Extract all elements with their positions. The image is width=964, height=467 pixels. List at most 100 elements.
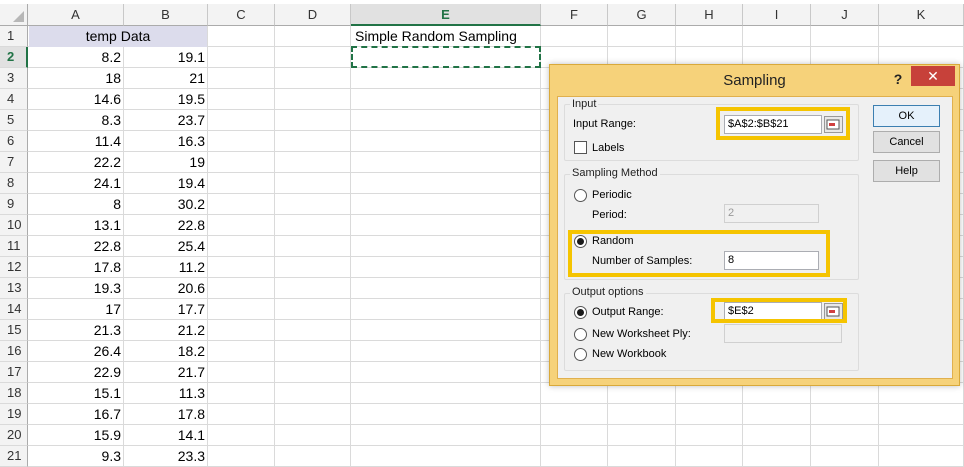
table-cell[interactable]: 22.8	[28, 236, 124, 257]
table-cell[interactable]: 11.2	[124, 257, 208, 278]
column-header-a[interactable]: A	[28, 4, 124, 26]
dialog-close-button[interactable]: ✕	[911, 66, 955, 86]
column-header-f[interactable]: F	[541, 4, 608, 26]
row-header-19[interactable]: 19	[0, 404, 28, 425]
column-header-i[interactable]: I	[743, 4, 811, 26]
table-cell[interactable]: 19	[124, 152, 208, 173]
new-worksheet-ply-label: New Worksheet Ply:	[592, 328, 691, 340]
row-header-15[interactable]: 15	[0, 320, 28, 341]
row-header-9[interactable]: 9	[0, 194, 28, 215]
period-field[interactable]: 2	[724, 204, 819, 223]
random-highlight	[568, 230, 830, 277]
dialog-body: Input Input Range: $A$2:$B$21 Labels Sam…	[557, 96, 953, 379]
table-cell[interactable]: 8.2	[28, 47, 124, 68]
row-header-16[interactable]: 16	[0, 341, 28, 362]
row-header-18[interactable]: 18	[0, 383, 28, 404]
row-header-6[interactable]: 6	[0, 131, 28, 152]
column-header-b[interactable]: B	[124, 4, 208, 26]
table-cell[interactable]: 21	[124, 68, 208, 89]
column-header-c[interactable]: C	[208, 4, 275, 26]
labels-checkbox[interactable]	[574, 141, 587, 154]
table-cell[interactable]: 25.4	[124, 236, 208, 257]
new-worksheet-ply-field[interactable]	[724, 324, 842, 343]
table-cell[interactable]: 19.3	[28, 278, 124, 299]
row-header-13[interactable]: 13	[0, 278, 28, 299]
table-cell[interactable]: 22.8	[124, 215, 208, 236]
row-header-8[interactable]: 8	[0, 173, 28, 194]
periodic-label: Periodic	[592, 189, 632, 201]
table-cell[interactable]: 22.9	[28, 362, 124, 383]
row-header-17[interactable]: 17	[0, 362, 28, 383]
table-cell[interactable]: 26.4	[28, 341, 124, 362]
period-label: Period:	[592, 209, 627, 221]
table-cell[interactable]: 8.3	[28, 110, 124, 131]
table-cell[interactable]: 21.2	[124, 320, 208, 341]
table-cell[interactable]: 17.8	[28, 257, 124, 278]
cell-a1-header[interactable]: temp Data	[29, 26, 207, 47]
output-range-label: Output Range:	[592, 306, 664, 318]
input-range-label: Input Range:	[573, 118, 636, 130]
row-header-12[interactable]: 12	[0, 257, 28, 278]
new-worksheet-ply-radio[interactable]	[574, 328, 587, 341]
table-cell[interactable]: 15.9	[28, 425, 124, 446]
table-cell[interactable]: 19.1	[124, 47, 208, 68]
select-all-corner[interactable]	[0, 4, 28, 26]
cell-e1[interactable]: Simple Random Sampling	[352, 26, 552, 47]
column-header-h[interactable]: H	[676, 4, 743, 26]
table-cell[interactable]: 11.3	[124, 383, 208, 404]
help-button[interactable]: Help	[873, 160, 940, 182]
table-cell[interactable]: 23.7	[124, 110, 208, 131]
table-cell[interactable]: 13.1	[28, 215, 124, 236]
row-header-2[interactable]: 2	[0, 47, 28, 68]
table-cell[interactable]: 30.2	[124, 194, 208, 215]
input-group-title: Input	[570, 98, 599, 110]
output-range-radio[interactable]	[574, 306, 587, 319]
row-header-21[interactable]: 21	[0, 446, 28, 467]
table-cell[interactable]: 17.8	[124, 404, 208, 425]
column-header-g[interactable]: G	[608, 4, 676, 26]
periodic-radio[interactable]	[574, 189, 587, 202]
table-cell[interactable]: 16.3	[124, 131, 208, 152]
row-header-20[interactable]: 20	[0, 425, 28, 446]
cell-e2-selected[interactable]	[351, 46, 541, 68]
table-cell[interactable]: 21.7	[124, 362, 208, 383]
table-cell[interactable]: 9.3	[28, 446, 124, 467]
table-cell[interactable]: 20.6	[124, 278, 208, 299]
dialog-help-icon[interactable]: ?	[889, 69, 907, 89]
table-cell[interactable]: 14.1	[124, 425, 208, 446]
table-cell[interactable]: 21.3	[28, 320, 124, 341]
table-cell[interactable]: 19.4	[124, 173, 208, 194]
table-cell[interactable]: 24.1	[28, 173, 124, 194]
cancel-button[interactable]: Cancel	[873, 131, 940, 153]
table-cell[interactable]: 15.1	[28, 383, 124, 404]
table-cell[interactable]: 17	[28, 299, 124, 320]
row-header-7[interactable]: 7	[0, 152, 28, 173]
table-cell[interactable]: 16.7	[28, 404, 124, 425]
table-cell[interactable]: 14.6	[28, 89, 124, 110]
table-cell[interactable]: 18.2	[124, 341, 208, 362]
table-cell[interactable]: 8	[28, 194, 124, 215]
column-header-e[interactable]: E	[351, 4, 541, 26]
row-header-3[interactable]: 3	[0, 68, 28, 89]
column-header-j[interactable]: J	[811, 4, 879, 26]
table-cell[interactable]: 11.4	[28, 131, 124, 152]
row-header-10[interactable]: 10	[0, 215, 28, 236]
new-workbook-label: New Workbook	[592, 348, 667, 360]
new-workbook-radio[interactable]	[574, 348, 587, 361]
table-cell[interactable]: 18	[28, 68, 124, 89]
table-cell[interactable]: 22.2	[28, 152, 124, 173]
column-header-d[interactable]: D	[275, 4, 351, 26]
row-header-14[interactable]: 14	[0, 299, 28, 320]
row-header-4[interactable]: 4	[0, 89, 28, 110]
sampling-method-title: Sampling Method	[570, 167, 660, 179]
labels-checkbox-label: Labels	[592, 142, 625, 154]
column-header-k[interactable]: K	[879, 4, 964, 26]
output-range-highlight	[711, 298, 847, 323]
row-header-11[interactable]: 11	[0, 236, 28, 257]
table-cell[interactable]: 17.7	[124, 299, 208, 320]
table-cell[interactable]: 19.5	[124, 89, 208, 110]
table-cell[interactable]: 23.3	[124, 446, 208, 467]
row-header-1[interactable]: 1	[0, 26, 28, 47]
row-header-5[interactable]: 5	[0, 110, 28, 131]
ok-button[interactable]: OK	[873, 105, 940, 127]
